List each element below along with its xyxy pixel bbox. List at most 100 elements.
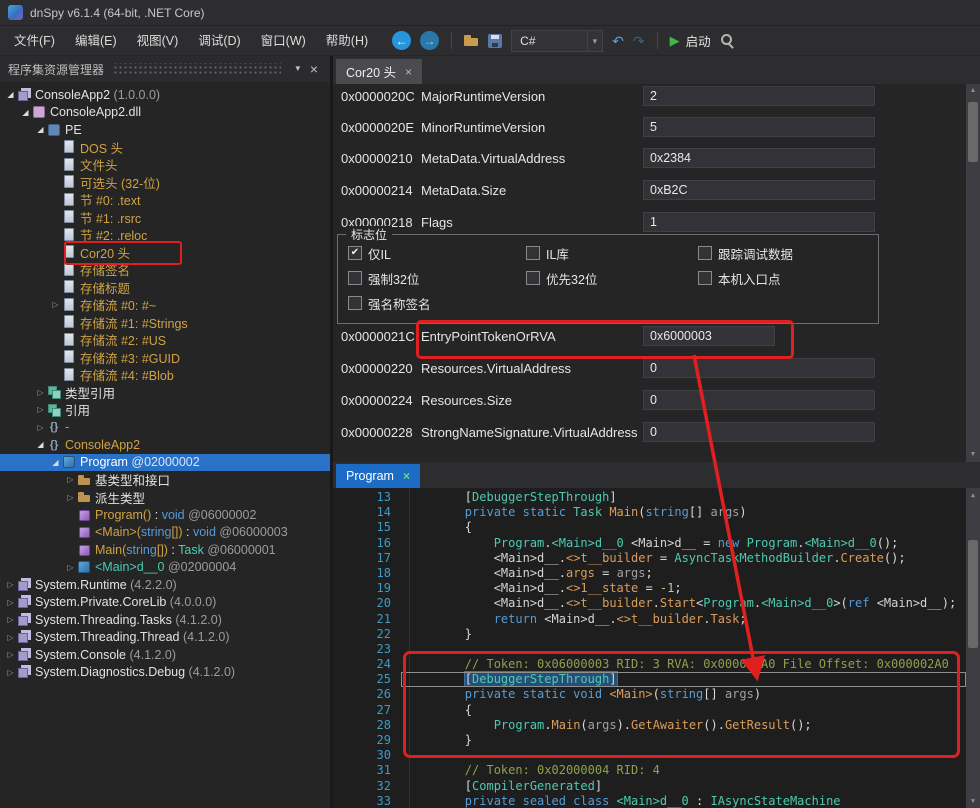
language-selector[interactable]: C# ▾ bbox=[511, 30, 603, 52]
tab-program[interactable]: Program × bbox=[336, 464, 420, 488]
tree-item[interactable]: Cor20 头 bbox=[0, 244, 330, 262]
flag-checkbox[interactable]: ✔仅IL bbox=[348, 245, 391, 261]
code-line[interactable]: 32 [CompilerGenerated] bbox=[333, 779, 966, 794]
code-line[interactable]: 18 <Main>d__.args = args; bbox=[333, 566, 966, 581]
scroll-up-icon[interactable]: ▲ bbox=[966, 488, 980, 502]
tree-item[interactable]: ▷<Main>d__0 @02000004 bbox=[0, 559, 330, 577]
tree-item[interactable]: ▷引用 bbox=[0, 401, 330, 419]
save-module-icon[interactable] bbox=[488, 34, 502, 48]
chevron-collapsed-icon[interactable]: ▷ bbox=[4, 633, 17, 642]
code-line[interactable]: 24 // Token: 0x06000003 RID: 3 RVA: 0x00… bbox=[333, 657, 966, 672]
tree-item[interactable]: ▷基类型和接口 bbox=[0, 471, 330, 489]
tree-item[interactable]: 节 #1: .rsrc bbox=[0, 209, 330, 227]
field-value-input[interactable]: 2 bbox=[643, 86, 875, 106]
chevron-collapsed-icon[interactable]: ▷ bbox=[34, 388, 47, 397]
tree-item[interactable]: 存储流 #4: #Blob bbox=[0, 366, 330, 384]
chevron-expanded-icon[interactable]: ◢ bbox=[34, 125, 47, 134]
tree-item[interactable]: 文件头 bbox=[0, 156, 330, 174]
code-line[interactable]: 17 <Main>d__.<>t__builder = AsyncTaskMet… bbox=[333, 551, 966, 566]
navigate-back-button[interactable]: ← bbox=[392, 31, 411, 50]
code-line[interactable]: 21 return <Main>d__.<>t__builder.Task; bbox=[333, 612, 966, 627]
chevron-collapsed-icon[interactable]: ▷ bbox=[34, 423, 47, 432]
metadata-scrollbar[interactable]: ▲ ▼ bbox=[966, 84, 980, 462]
tree-item[interactable]: ▷System.Console (4.1.2.0) bbox=[0, 646, 330, 664]
checkbox-checked-icon[interactable]: ✔ bbox=[348, 246, 362, 260]
code-line[interactable]: 33 private sealed class <Main>d__0 : IAs… bbox=[333, 794, 966, 808]
field-value-input[interactable]: 0 bbox=[643, 358, 875, 378]
chevron-expanded-icon[interactable]: ◢ bbox=[19, 108, 32, 117]
scroll-down-icon[interactable]: ▼ bbox=[966, 794, 980, 808]
flag-checkbox[interactable]: 强制32位 bbox=[348, 270, 419, 286]
code-line[interactable]: 14 private static Task Main(string[] arg… bbox=[333, 505, 966, 520]
chevron-collapsed-icon[interactable]: ▷ bbox=[4, 598, 17, 607]
code-scrollbar[interactable]: ▲ ▼ bbox=[966, 488, 980, 808]
scroll-down-icon[interactable]: ▼ bbox=[966, 448, 980, 462]
code-line[interactable]: 27 { bbox=[333, 703, 966, 718]
open-folder-icon[interactable] bbox=[464, 34, 479, 47]
code-line[interactable]: 13 [DebuggerStepThrough] bbox=[333, 490, 966, 505]
code-line[interactable]: 16 Program.<Main>d__0 <Main>d__ = new Pr… bbox=[333, 536, 966, 551]
tree-item[interactable]: Program() : void @06000002 bbox=[0, 506, 330, 524]
chevron-collapsed-icon[interactable]: ▷ bbox=[64, 475, 77, 484]
checkbox-unchecked-icon[interactable] bbox=[526, 271, 540, 285]
field-value-input[interactable]: 0x6000003 bbox=[643, 326, 775, 346]
flag-checkbox[interactable]: 本机入口点 bbox=[698, 270, 781, 286]
menu-item-1[interactable]: 编辑(E) bbox=[65, 30, 127, 52]
tree-item[interactable]: ▷System.Threading.Thread (4.1.2.0) bbox=[0, 629, 330, 647]
code-line[interactable]: 19 <Main>d__.<>1__state = -1; bbox=[333, 581, 966, 596]
tree-item[interactable]: 存储标题 bbox=[0, 279, 330, 297]
chevron-collapsed-icon[interactable]: ▷ bbox=[4, 615, 17, 624]
tree-item[interactable]: ▷System.Threading.Tasks (4.1.2.0) bbox=[0, 611, 330, 629]
tree-item[interactable]: 存储签名 bbox=[0, 261, 330, 279]
chevron-expanded-icon[interactable]: ◢ bbox=[4, 90, 17, 99]
tree-item[interactable]: ▷派生类型 bbox=[0, 489, 330, 507]
code-line[interactable]: 20 <Main>d__.<>t__builder.Start<Program.… bbox=[333, 596, 966, 611]
code-editor[interactable]: 13 [DebuggerStepThrough]14 private stati… bbox=[333, 488, 980, 808]
tree-item[interactable]: ◢ConsoleApp2.dll bbox=[0, 104, 330, 122]
chevron-collapsed-icon[interactable]: ▷ bbox=[49, 300, 62, 309]
checkbox-unchecked-icon[interactable] bbox=[698, 246, 712, 260]
flag-checkbox[interactable]: 优先32位 bbox=[526, 270, 597, 286]
scroll-up-icon[interactable]: ▲ bbox=[966, 84, 980, 98]
scrollbar-thumb[interactable] bbox=[968, 102, 978, 162]
tree-item[interactable]: DOS 头 bbox=[0, 139, 330, 157]
tree-item[interactable]: ▷{}- bbox=[0, 419, 330, 437]
field-value-input[interactable]: 1 bbox=[643, 212, 875, 232]
chevron-collapsed-icon[interactable]: ▷ bbox=[64, 563, 77, 572]
tree-item[interactable]: ▷System.Diagnostics.Debug (4.1.2.0) bbox=[0, 664, 330, 682]
code-line[interactable]: 28 Program.Main(args).GetAwaiter().GetRe… bbox=[333, 718, 966, 733]
navigate-forward-button[interactable]: → bbox=[420, 31, 439, 50]
chevron-collapsed-icon[interactable]: ▷ bbox=[4, 650, 17, 659]
tree-item[interactable]: <Main>(string[]) : void @06000003 bbox=[0, 524, 330, 542]
chevron-collapsed-icon[interactable]: ▷ bbox=[4, 580, 17, 589]
close-icon[interactable]: × bbox=[403, 470, 410, 482]
tree-item[interactable]: Main(string[]) : Task @06000001 bbox=[0, 541, 330, 559]
field-value-input[interactable]: 0 bbox=[643, 422, 875, 442]
tree-item[interactable]: ▷存储流 #0: #~ bbox=[0, 296, 330, 314]
field-value-input[interactable]: 5 bbox=[643, 117, 875, 137]
code-line[interactable]: 23 bbox=[333, 642, 966, 657]
chevron-expanded-icon[interactable]: ◢ bbox=[34, 440, 47, 449]
code-line[interactable]: 22 } bbox=[333, 627, 966, 642]
menu-item-2[interactable]: 视图(V) bbox=[127, 30, 189, 52]
tree-item[interactable]: 节 #2: .reloc bbox=[0, 226, 330, 244]
field-value-input[interactable]: 0 bbox=[643, 390, 875, 410]
tree-item[interactable]: 存储流 #3: #GUID bbox=[0, 349, 330, 367]
field-value-input[interactable]: 0xB2C bbox=[643, 180, 875, 200]
tree-item[interactable]: 存储流 #1: #Strings bbox=[0, 314, 330, 332]
menu-item-5[interactable]: 帮助(H) bbox=[316, 30, 378, 52]
chevron-collapsed-icon[interactable]: ▷ bbox=[64, 493, 77, 502]
code-line[interactable]: 26 private static void <Main>(string[] a… bbox=[333, 687, 966, 702]
tree-item[interactable]: ◢{}ConsoleApp2 bbox=[0, 436, 330, 454]
tree-item[interactable]: ▷System.Runtime (4.2.2.0) bbox=[0, 576, 330, 594]
close-icon[interactable]: × bbox=[405, 66, 412, 78]
undo-icon[interactable]: ↶ bbox=[612, 34, 624, 48]
chevron-expanded-icon[interactable]: ◢ bbox=[49, 458, 62, 467]
checkbox-unchecked-icon[interactable] bbox=[698, 271, 712, 285]
flag-checkbox[interactable]: 跟踪调试数据 bbox=[698, 245, 793, 261]
redo-icon[interactable]: ↷ bbox=[633, 34, 645, 48]
drag-grip[interactable] bbox=[113, 63, 281, 76]
scrollbar-thumb[interactable] bbox=[968, 540, 978, 648]
start-debug-button[interactable]: ▶ 启动 bbox=[670, 31, 711, 50]
search-icon[interactable] bbox=[720, 33, 735, 48]
